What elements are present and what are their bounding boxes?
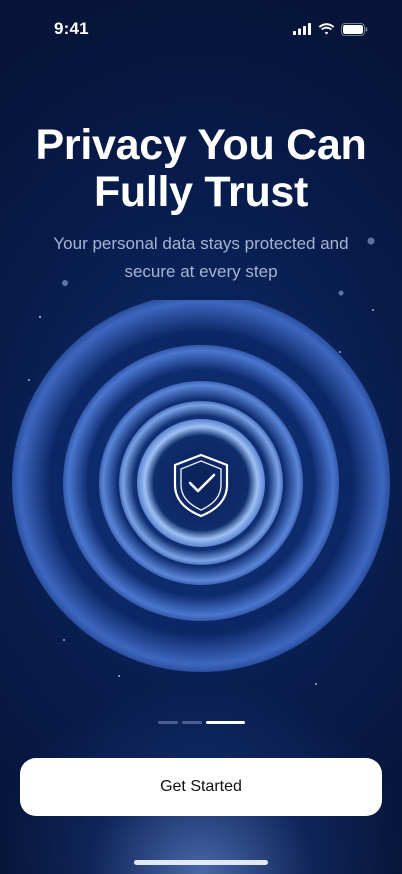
page-indicator — [0, 721, 402, 725]
page-dot[interactable] — [181, 721, 202, 724]
get-started-button[interactable]: Get Started — [20, 758, 382, 816]
ring-core — [137, 419, 265, 547]
page-dot-active[interactable] — [205, 721, 245, 724]
shield-rings-illustration — [5, 300, 397, 679]
onboarding-screen: 9:41 Privacy You Can Fully Trust Your pe… — [0, 0, 402, 874]
page-dot[interactable] — [157, 721, 178, 724]
home-indicator — [134, 860, 268, 865]
